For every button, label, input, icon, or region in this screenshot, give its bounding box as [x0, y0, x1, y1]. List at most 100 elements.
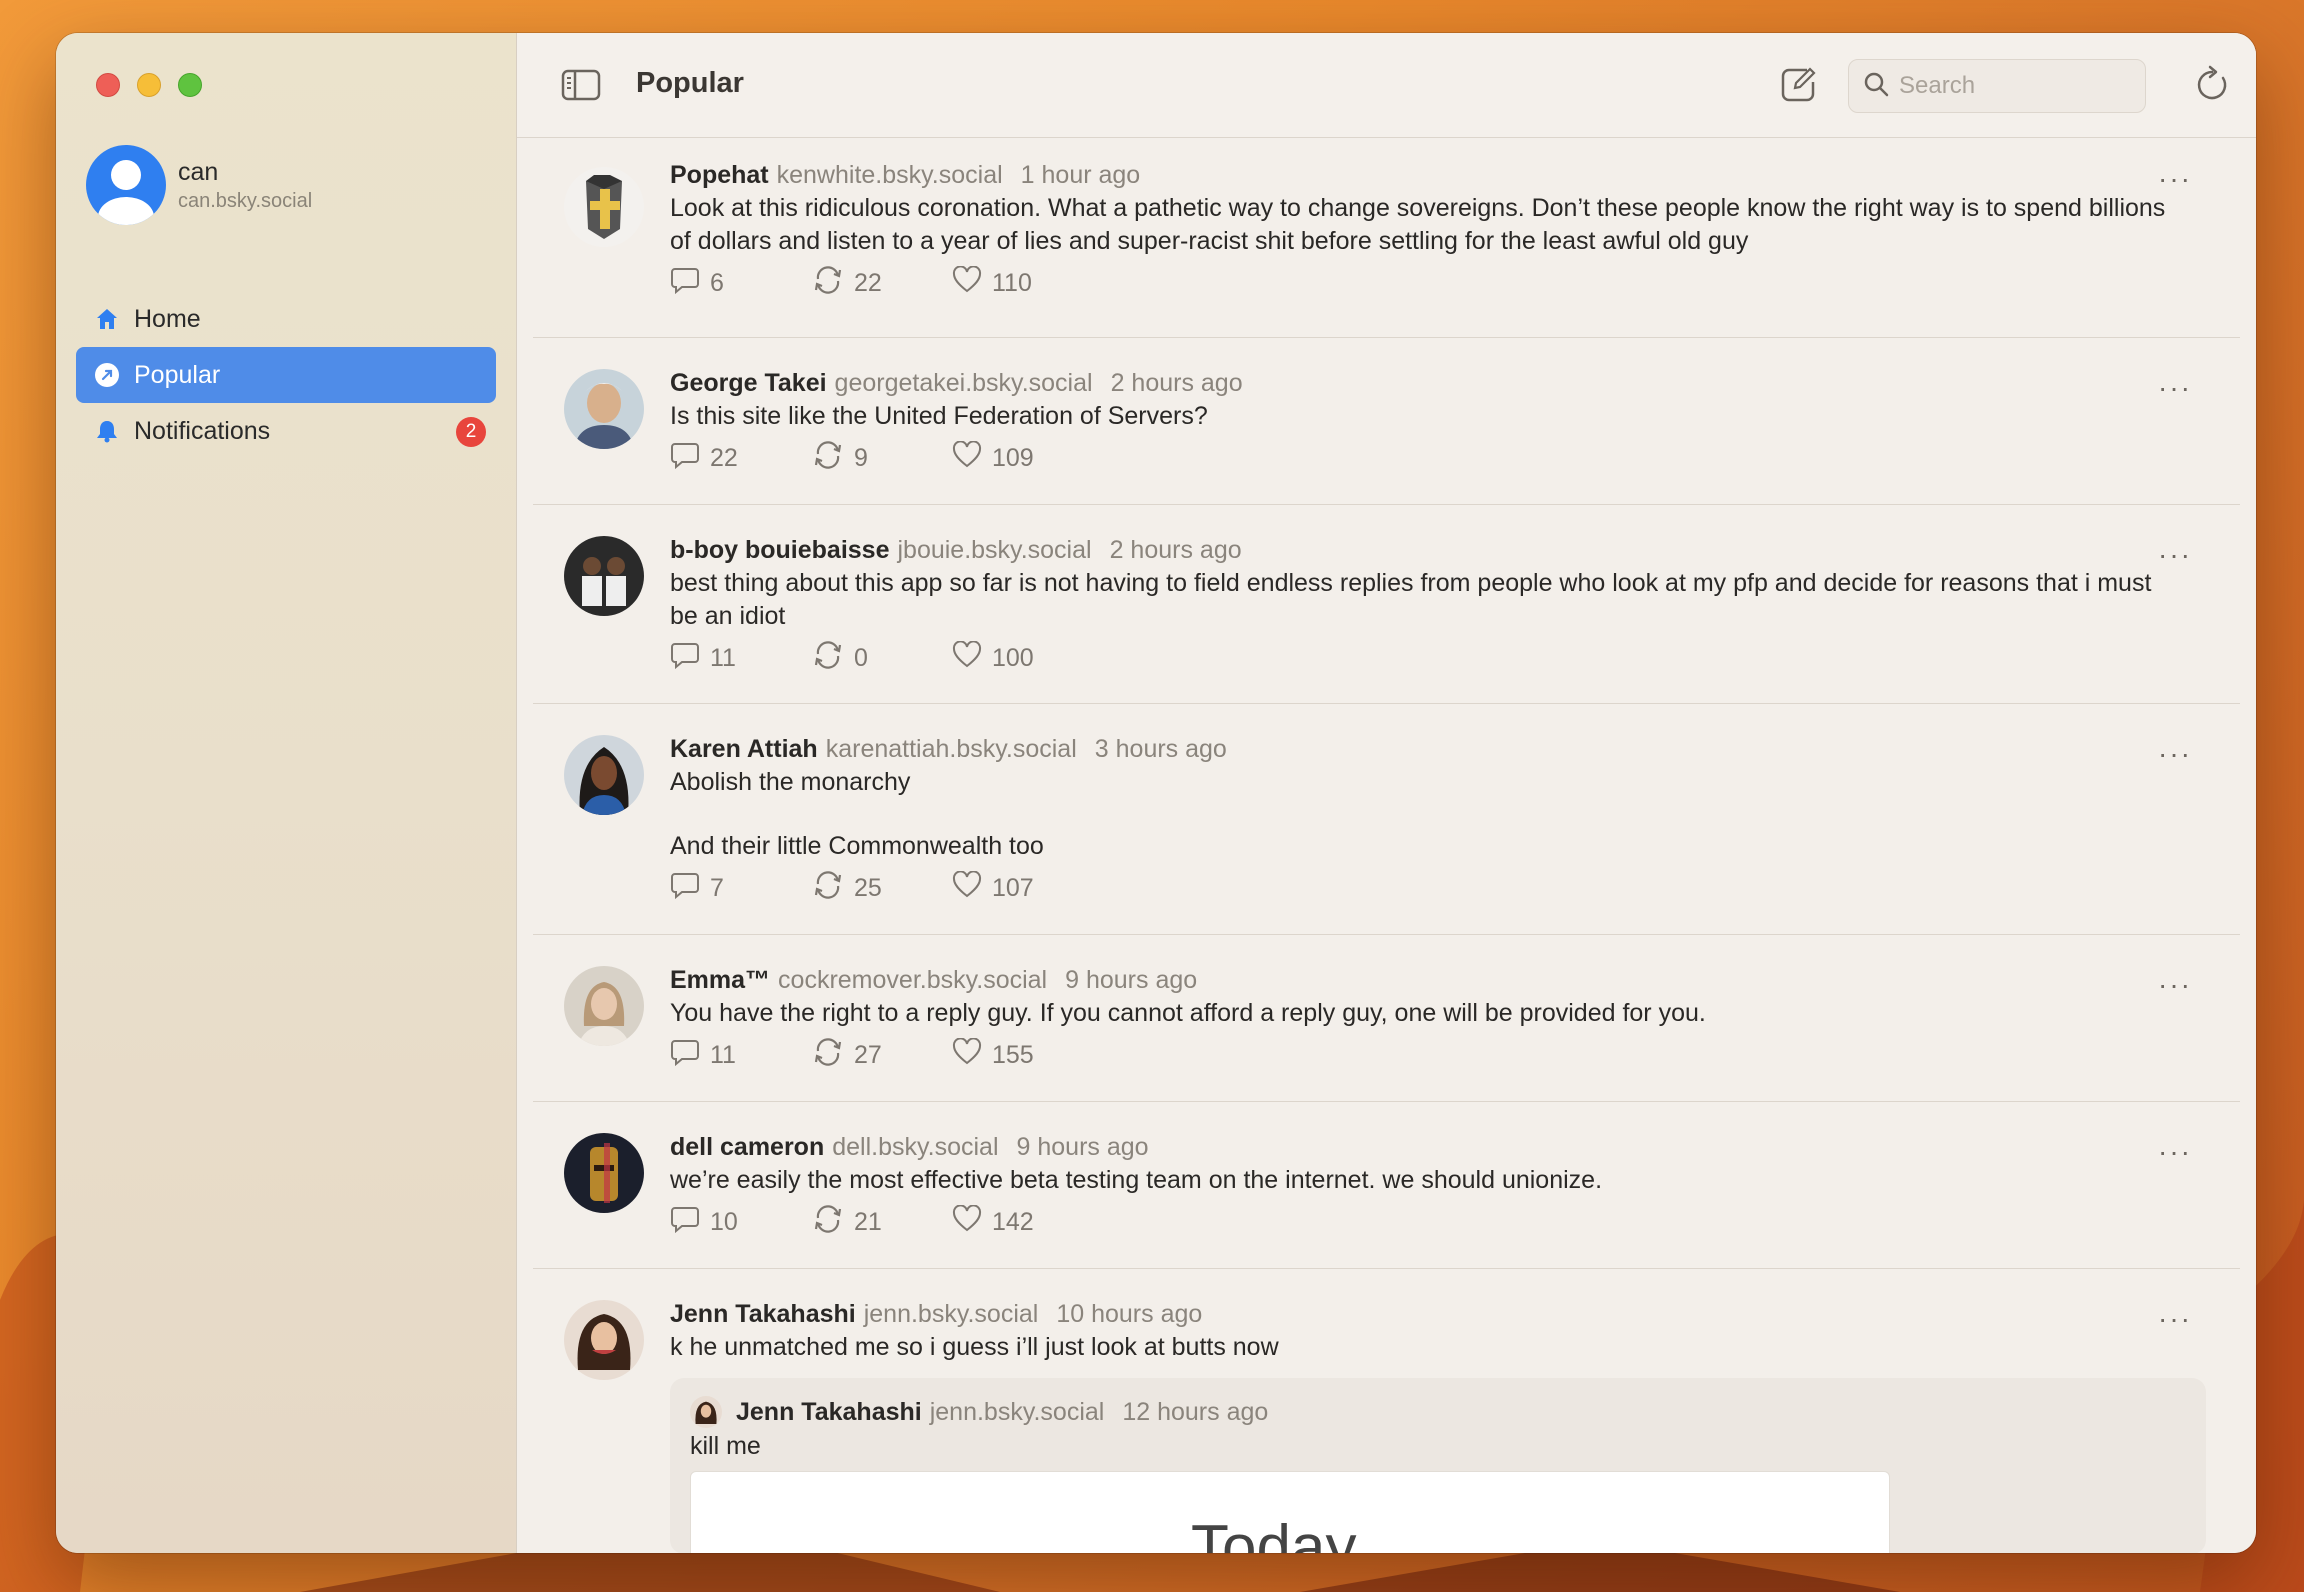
post[interactable]: Jenn Takahashi jenn.bsky.social 10 hours…	[533, 1269, 2240, 1553]
like-count: 100	[992, 644, 1034, 672]
quoted-text: kill me	[690, 1432, 761, 1460]
reply-button[interactable]: 11	[670, 640, 812, 677]
like-button[interactable]: 107	[952, 870, 1034, 907]
avatar[interactable]	[564, 536, 644, 616]
post-text: we’re easily the most effective beta tes…	[670, 1166, 1603, 1194]
more-options-icon[interactable]: ···	[2158, 1136, 2192, 1168]
post[interactable]: dell cameron dell.bsky.social 9 hours ag…	[533, 1102, 2240, 1269]
avatar[interactable]	[564, 1300, 644, 1380]
post-author-handle[interactable]: cockremover.bsky.social	[778, 966, 1047, 995]
house-icon	[94, 306, 120, 332]
repost-count: 25	[854, 874, 882, 902]
reply-count: 6	[710, 269, 724, 297]
more-options-icon[interactable]: ···	[2158, 738, 2192, 770]
post-author-name[interactable]: George Takei	[670, 369, 827, 398]
reply-button[interactable]: 7	[670, 870, 812, 907]
like-button[interactable]: 142	[952, 1204, 1034, 1241]
reply-count: 11	[710, 1041, 736, 1069]
avatar[interactable]	[564, 966, 644, 1046]
heart-icon	[952, 1037, 982, 1073]
quoted-post[interactable]: Jenn Takahashi jenn.bsky.social 12 hours…	[670, 1378, 2206, 1553]
reply-count: 7	[710, 874, 724, 902]
post-author-handle[interactable]: karenattiah.bsky.social	[826, 735, 1077, 764]
sidebar-item-label: Home	[134, 304, 201, 333]
avatar[interactable]	[564, 1133, 644, 1213]
notification-badge: 2	[456, 417, 486, 447]
minimize-window-button[interactable]	[137, 73, 161, 97]
post-author-handle[interactable]: kenwhite.bsky.social	[777, 161, 1003, 190]
post[interactable]: b-boy bouiebaisse jbouie.bsky.social 2 h…	[533, 505, 2240, 704]
reply-button[interactable]: 6	[670, 265, 812, 302]
heart-icon	[952, 440, 982, 476]
repost-count: 22	[854, 269, 882, 297]
post-author-handle[interactable]: jbouie.bsky.social	[897, 536, 1091, 565]
repost-button[interactable]: 0	[812, 640, 952, 677]
post-author-name[interactable]: Jenn Takahashi	[670, 1300, 856, 1329]
like-count: 107	[992, 874, 1034, 902]
like-count: 142	[992, 1208, 1034, 1236]
post-author-handle[interactable]: georgetakei.bsky.social	[835, 369, 1093, 398]
like-button[interactable]: 110	[952, 265, 1032, 302]
repost-button[interactable]: 27	[812, 1037, 952, 1074]
repost-icon	[812, 640, 844, 677]
post-author-name[interactable]: dell cameron	[670, 1133, 824, 1162]
reply-icon	[670, 441, 700, 476]
search-input[interactable]	[1899, 72, 2129, 100]
heart-icon	[952, 265, 982, 301]
reply-count: 11	[710, 644, 736, 672]
like-button[interactable]: 109	[952, 440, 1034, 477]
post-text: Look at this ridiculous coronation. What…	[670, 194, 2166, 255]
sidebar-toggle-icon[interactable]	[561, 69, 601, 106]
avatar[interactable]	[564, 167, 644, 247]
repost-button[interactable]: 9	[812, 440, 952, 477]
avatar[interactable]	[564, 735, 644, 815]
post-author-name[interactable]: Popehat	[670, 161, 769, 190]
profile-section[interactable]: can can.bsky.social	[86, 145, 312, 225]
reply-button[interactable]: 10	[670, 1204, 812, 1241]
avatar[interactable]	[564, 369, 644, 449]
post-author-handle[interactable]: jenn.bsky.social	[864, 1300, 1039, 1329]
more-options-icon[interactable]: ···	[2158, 163, 2192, 195]
quoted-author-name[interactable]: Jenn Takahashi	[736, 1398, 922, 1427]
more-options-icon[interactable]: ···	[2158, 372, 2192, 404]
sidebar-item-home[interactable]: Home	[76, 291, 496, 347]
zoom-window-button[interactable]	[178, 73, 202, 97]
post-author-name[interactable]: Emma™	[670, 966, 770, 995]
post-actions: 7 25 107	[670, 870, 2180, 907]
post[interactable]: George Takei georgetakei.bsky.social 2 h…	[533, 338, 2240, 505]
more-options-icon[interactable]: ···	[2158, 969, 2192, 1001]
quoted-author-handle[interactable]: jenn.bsky.social	[930, 1398, 1105, 1427]
refresh-icon[interactable]	[2193, 64, 2231, 109]
post-author-handle[interactable]: dell.bsky.social	[832, 1133, 998, 1162]
repost-icon	[812, 1204, 844, 1241]
sidebar-item-popular[interactable]: Popular	[76, 347, 496, 403]
repost-button[interactable]: 22	[812, 265, 952, 302]
post-author-name[interactable]: b-boy bouiebaisse	[670, 536, 889, 565]
post[interactable]: Karen Attiah karenattiah.bsky.social 3 h…	[533, 704, 2240, 935]
search-field[interactable]	[1848, 59, 2146, 113]
quoted-image[interactable]: Today	[690, 1471, 1890, 1553]
sidebar-item-notifications[interactable]: Notifications 2	[76, 403, 496, 459]
more-options-icon[interactable]: ···	[2158, 539, 2192, 571]
more-options-icon[interactable]: ···	[2158, 1303, 2192, 1335]
reply-icon	[670, 871, 700, 906]
reply-icon	[670, 1205, 700, 1240]
repost-button[interactable]: 25	[812, 870, 952, 907]
post[interactable]: Popehat kenwhite.bsky.social 1 hour ago …	[533, 139, 2240, 338]
close-window-button[interactable]	[96, 73, 120, 97]
reply-count: 22	[710, 444, 738, 472]
repost-button[interactable]: 21	[812, 1204, 952, 1241]
repost-icon	[812, 440, 844, 477]
repost-count: 0	[854, 644, 868, 672]
like-button[interactable]: 100	[952, 640, 1034, 677]
reply-button[interactable]: 11	[670, 1037, 812, 1074]
repost-icon	[812, 1037, 844, 1074]
like-button[interactable]: 155	[952, 1037, 1034, 1074]
repost-count: 27	[854, 1041, 882, 1069]
post[interactable]: Emma™ cockremover.bsky.social 9 hours ag…	[533, 935, 2240, 1102]
post-feed[interactable]: Popehat kenwhite.bsky.social 1 hour ago …	[533, 139, 2240, 1553]
post-author-name[interactable]: Karen Attiah	[670, 735, 818, 764]
main-content: Popular Popehat ke	[517, 33, 2256, 1553]
compose-icon[interactable]	[1779, 66, 1817, 109]
reply-button[interactable]: 22	[670, 440, 812, 477]
